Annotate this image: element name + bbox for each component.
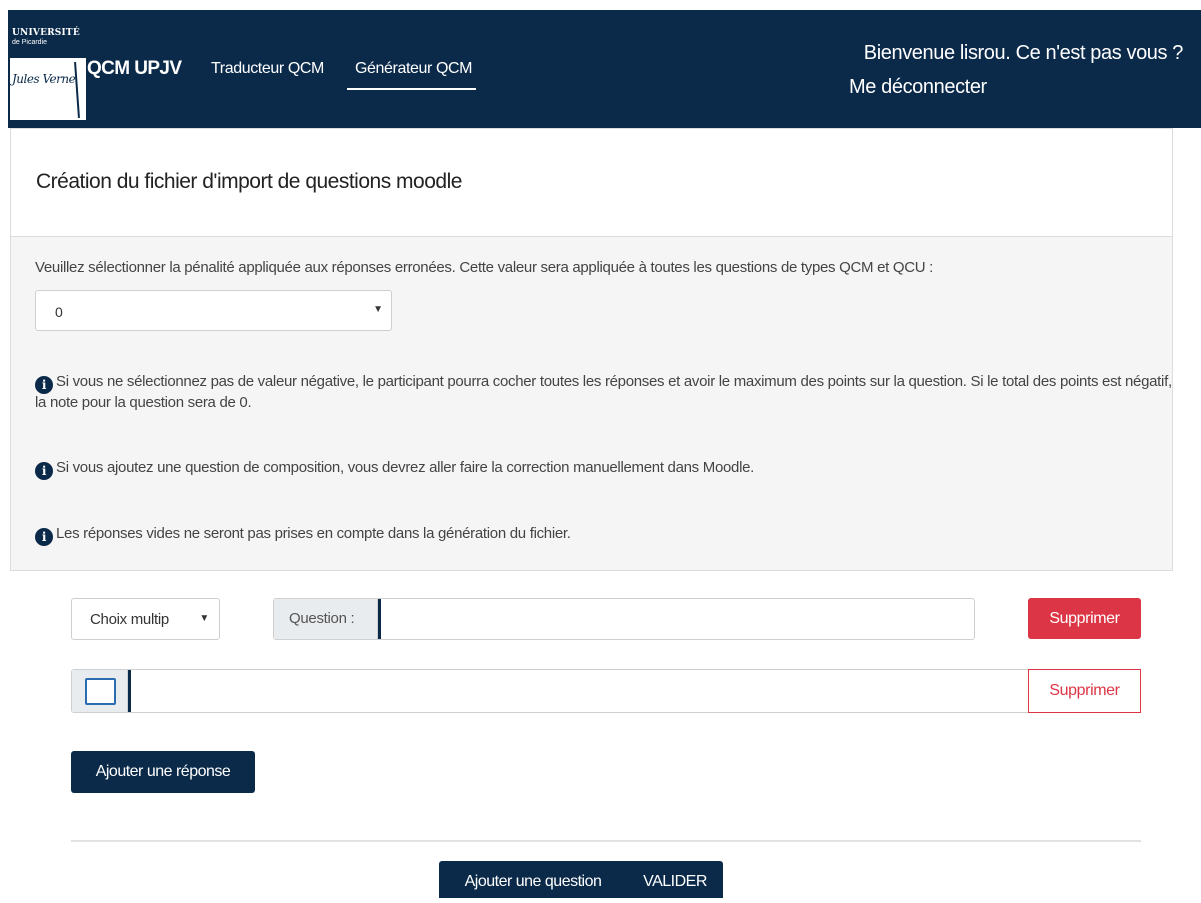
info-note-empty: i Les réponses vides ne seront pas prises… [35,525,571,546]
nav-link-generateur[interactable]: Générateur QCM [347,60,477,90]
info-icon: i [35,528,53,546]
chevron-down-icon: ▼ [199,613,209,624]
info-icon: i [35,462,53,480]
checkbox-icon[interactable] [85,678,116,705]
brand-name[interactable]: QCM UPJV [87,58,182,80]
add-question-button[interactable]: Ajouter une question [439,861,627,898]
nav-link-traducteur[interactable]: Traducteur QCM [211,60,324,78]
penalty-select-value: 0 [55,304,63,320]
info-note-negative: i Si vous ne sélectionnez pas de valeur n… [35,373,1175,412]
answer-row: Supprimer [71,669,1141,713]
info-note-composition: i Si vous ajoutez une question de composi… [35,459,754,480]
info-text: Les réponses vides ne seront pas prises … [56,525,571,542]
logout-link[interactable]: Me déconnecter [849,76,987,99]
chevron-down-icon: ▼ [373,304,383,315]
question-input[interactable] [378,599,974,639]
penalty-select[interactable]: 0 ▼ [35,290,392,331]
page-title: Création du fichier d'import de question… [36,170,462,193]
logo-signature: Jules Verne [12,72,76,86]
answer-checkbox-addon [72,670,128,712]
question-label: Question : [274,599,378,639]
answer-input[interactable] [128,670,1028,712]
add-answer-button[interactable]: Ajouter une réponse [71,751,255,793]
logo-university-text: UNIVERSITÉ [12,28,80,38]
info-text: Si vous ajoutez une question de composit… [56,459,755,476]
question-input-group: Question : [273,598,975,640]
question-type-select[interactable]: Choix multip ▼ [71,598,220,640]
divider [71,840,1141,842]
welcome-message[interactable]: Bienvenue lisrou. Ce n'est pas vous ? [864,42,1184,65]
university-logo[interactable]: UNIVERSITÉ de Picardie Jules Verne [10,24,86,120]
panel-header: Création du fichier d'import de question… [11,129,1172,237]
info-text: Si vous ne sélectionnez pas de valeur né… [35,373,1172,411]
delete-answer-button[interactable]: Supprimer [1028,669,1141,713]
logo-band: UNIVERSITÉ de Picardie [10,24,86,58]
top-navbar: UNIVERSITÉ de Picardie Jules Verne QCM U… [8,10,1201,128]
logo-subtitle: de Picardie [12,39,48,46]
settings-panel: Création du fichier d'import de question… [10,128,1173,571]
delete-question-button[interactable]: Supprimer [1028,598,1141,639]
validate-button[interactable]: VALIDER [627,861,723,898]
question-type-value: Choix multip [90,611,169,628]
penalty-label: Veuillez sélectionner la pénalité appliq… [35,259,934,276]
logo-signature-stroke [74,61,80,119]
info-icon: i [35,376,53,394]
